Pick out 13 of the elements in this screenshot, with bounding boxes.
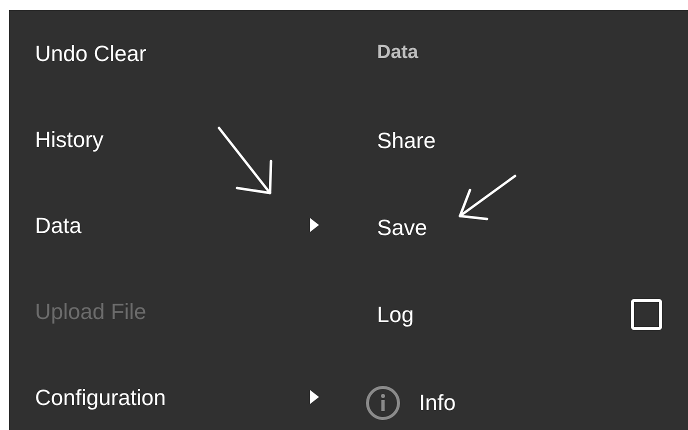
menu-item[interactable]: Info <box>419 386 456 419</box>
menu-item[interactable]: Save <box>377 211 428 244</box>
submenu-arrow-icon <box>310 218 319 232</box>
menu-item[interactable]: Share <box>377 124 436 157</box>
submenu-arrow-icon <box>310 390 319 404</box>
menu-item[interactable]: History <box>35 122 104 156</box>
menu-item[interactable]: Configuration <box>35 380 166 414</box>
info-icon <box>366 386 400 420</box>
menu-item[interactable]: Log <box>377 298 414 331</box>
menu-item[interactable]: Undo Clear <box>35 36 146 70</box>
menu-item[interactable]: Data <box>35 208 82 242</box>
checkbox[interactable] <box>631 299 662 330</box>
submenu-header: Data <box>377 40 418 65</box>
